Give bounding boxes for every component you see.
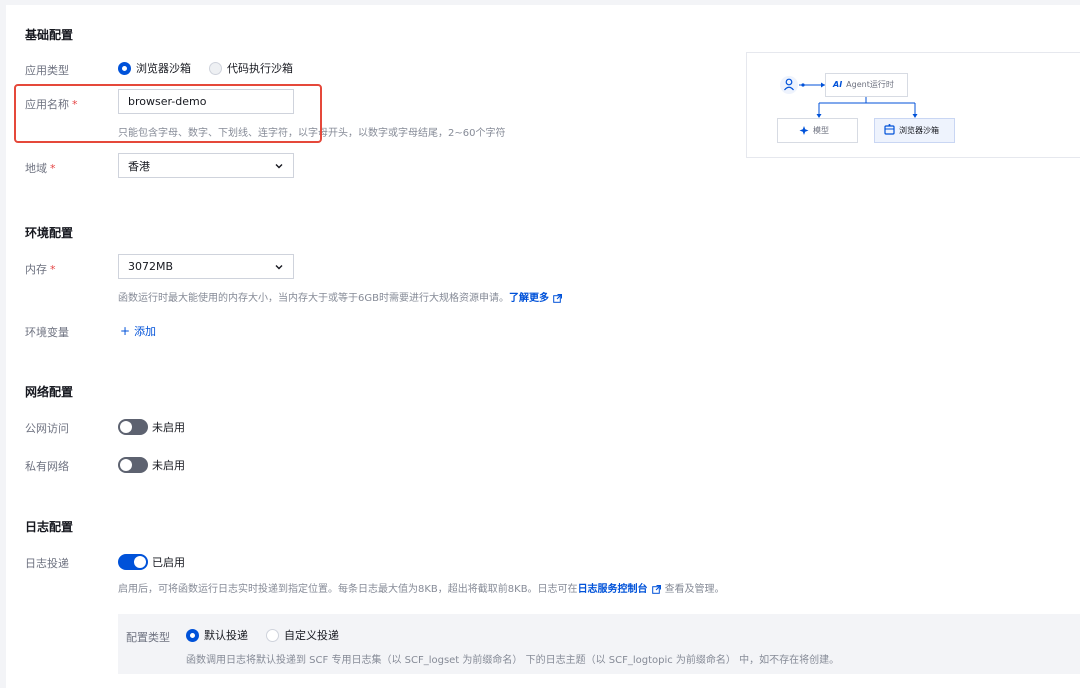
- required-mark: *: [72, 98, 78, 111]
- sandbox-label: 浏览器沙箱: [899, 126, 939, 135]
- toggle-knob: [134, 556, 146, 568]
- chevron-down-icon: [274, 161, 284, 171]
- memory-hint: 函数运行时最大能使用的内存大小，当内存大于或等于6GB时需要进行大规格资源申请。…: [118, 289, 562, 304]
- app-type-radio-group: 浏览器沙箱 代码执行沙箱: [118, 60, 311, 76]
- runtime-node: AI Agent运行时: [833, 79, 894, 90]
- region-label: 地域 *: [25, 160, 56, 176]
- memory-select-value: 3072MB: [128, 260, 174, 273]
- chevron-down-icon: [274, 262, 284, 272]
- radio-unchecked-icon: [266, 628, 279, 642]
- plus-icon: +: [120, 323, 131, 338]
- required-mark: *: [50, 263, 56, 276]
- radio-custom-delivery[interactable]: 自定义投递: [266, 627, 339, 643]
- toggle-knob: [120, 421, 132, 433]
- runtime-label: Agent运行时: [846, 80, 894, 89]
- config-type-label: 配置类型: [126, 631, 170, 644]
- config-type-hint: 函数调用日志将默认投递到 SCF 专用日志集（以 SCF_logset 为前缀命…: [186, 655, 840, 666]
- section-title-basic: 基础配置: [25, 28, 74, 42]
- memory-label: 内存 *: [25, 261, 56, 277]
- public-access-row: 未启用: [118, 419, 185, 435]
- app-name-label: 应用名称 *: [25, 96, 78, 112]
- radio-default-delivery-label: 默认投递: [204, 629, 248, 642]
- section-title-env: 环境配置: [25, 226, 74, 240]
- log-delivery-row: 已启用: [118, 554, 185, 570]
- log-delivery-state: 已启用: [152, 556, 185, 569]
- private-network-row: 未启用: [118, 457, 185, 473]
- log-delivery-label: 日志投递: [25, 557, 69, 570]
- add-env-var-label: 添加: [134, 325, 157, 338]
- radio-browser-sandbox-label: 浏览器沙箱: [136, 62, 191, 75]
- log-config-subpanel: 配置类型 默认投递 自定义投递 函数调用日志将默认投递到 SCF 专用日志集（以…: [118, 614, 1080, 674]
- env-vars-label: 环境变量: [25, 326, 69, 339]
- user-icon: [780, 76, 798, 94]
- memory-label-text: 内存: [25, 263, 47, 276]
- app-type-label: 应用类型: [25, 64, 69, 77]
- add-env-var-button[interactable]: + 添加: [120, 323, 156, 339]
- radio-custom-delivery-label: 自定义投递: [284, 629, 339, 642]
- required-mark: *: [50, 162, 56, 175]
- radio-code-sandbox[interactable]: 代码执行沙箱: [209, 60, 293, 76]
- radio-default-delivery[interactable]: 默认投递: [186, 627, 248, 643]
- radio-unchecked-icon: [209, 61, 222, 75]
- app-name-input[interactable]: browser-demo: [118, 89, 294, 114]
- model-label: 模型: [813, 126, 829, 135]
- private-network-label: 私有网络: [25, 460, 69, 473]
- radio-checked-icon: [186, 628, 199, 642]
- radio-browser-sandbox[interactable]: 浏览器沙箱: [118, 60, 191, 76]
- app-name-label-text: 应用名称: [25, 98, 69, 111]
- ai-icon: AI: [833, 80, 843, 89]
- log-hint-before: 启用后，可将函数运行日志实时投递到指定位置。每条日志最大值为8KB，超出将截取前…: [118, 584, 578, 595]
- region-select[interactable]: 香港: [118, 153, 294, 178]
- learn-more-link[interactable]: 了解更多: [509, 293, 549, 304]
- public-access-state: 未启用: [152, 421, 185, 434]
- region-select-value: 香港: [128, 159, 150, 173]
- region-label-text: 地域: [25, 162, 47, 175]
- private-network-toggle[interactable]: [118, 457, 148, 473]
- section-title-log: 日志配置: [25, 520, 74, 534]
- app-name-hint: 只能包含字母、数字、下划线、连字符，以字母开头，以数字或字母结尾，2~60个字符: [118, 128, 506, 139]
- external-link-icon: [651, 584, 661, 594]
- radio-checked-icon: [118, 61, 131, 75]
- log-delivery-hint: 启用后，可将函数运行日志实时投递到指定位置。每条日志最大值为8KB，超出将截取前…: [118, 580, 725, 595]
- log-delivery-toggle[interactable]: [118, 554, 148, 570]
- memory-hint-text: 函数运行时最大能使用的内存大小，当内存大于或等于6GB时需要进行大规格资源申请。: [118, 293, 509, 304]
- public-access-label: 公网访问: [25, 422, 69, 435]
- section-title-network: 网络配置: [25, 385, 74, 399]
- config-type-radio-group: 默认投递 自定义投递: [186, 627, 357, 643]
- private-network-state: 未启用: [152, 459, 185, 472]
- memory-select[interactable]: 3072MB: [118, 254, 294, 279]
- log-hint-after: 查看及管理。: [664, 584, 725, 595]
- architecture-diagram: AI Agent运行时 模型 浏览器沙箱: [746, 52, 1080, 158]
- external-link-icon: [553, 293, 562, 303]
- toggle-knob: [120, 459, 132, 471]
- log-service-console-link[interactable]: 日志服务控制台: [578, 584, 648, 595]
- radio-code-sandbox-label: 代码执行沙箱: [227, 62, 293, 75]
- public-access-toggle[interactable]: [118, 419, 148, 435]
